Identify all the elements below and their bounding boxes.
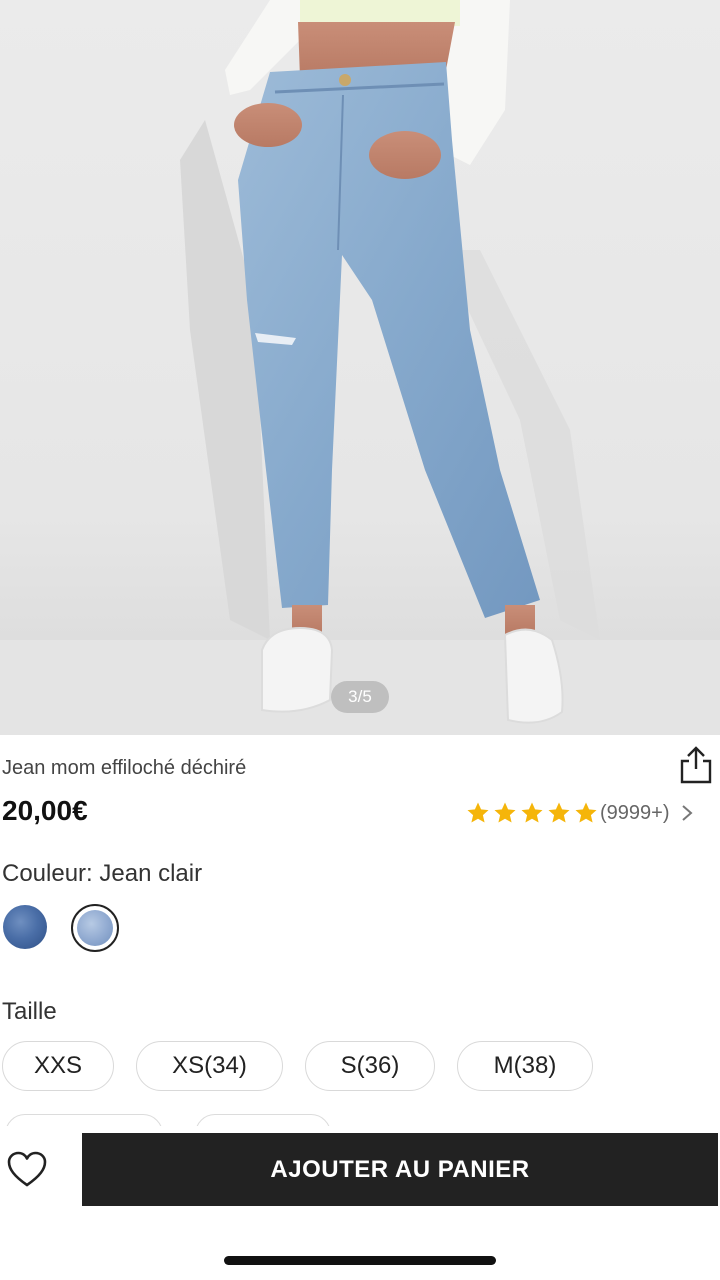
home-indicator[interactable] — [224, 1256, 496, 1265]
size-option-m-38[interactable]: M(38) — [457, 1041, 593, 1091]
product-price: 20,00€ — [2, 795, 88, 826]
star-icon — [521, 802, 543, 823]
star-icon — [467, 802, 489, 823]
star-icon — [575, 802, 597, 823]
rating-stars — [466, 801, 598, 825]
star-icon — [494, 802, 516, 823]
image-counter: 3/5 — [331, 681, 389, 713]
product-image-gallery[interactable]: 3/5 — [0, 0, 720, 735]
color-swatch-light-denim[interactable] — [77, 910, 113, 946]
product-photo — [0, 0, 720, 735]
size-option-xxs[interactable]: XXS — [2, 1041, 114, 1091]
star-icon — [548, 802, 570, 823]
size-option-xs-34[interactable]: XS(34) — [136, 1041, 283, 1091]
color-label: Couleur: Jean clair — [2, 860, 203, 887]
product-title: Jean mom effiloché déchiré — [2, 757, 247, 779]
rating-count: (9999+) — [600, 801, 670, 824]
share-icon[interactable] — [678, 745, 714, 785]
heart-icon[interactable] — [6, 1149, 48, 1191]
rating-summary[interactable]: (9999+) — [466, 798, 694, 828]
color-swatch-dark-denim[interactable] — [3, 905, 47, 949]
product-page: 3/5 Jean mom effiloché déchiré 20,00€ (9… — [0, 0, 720, 1280]
chevron-right-icon — [681, 805, 693, 821]
size-label: Taille — [2, 998, 57, 1025]
size-option-s-36[interactable]: S(36) — [305, 1041, 435, 1091]
add-to-cart-button[interactable]: AJOUTER AU PANIER — [82, 1133, 718, 1206]
